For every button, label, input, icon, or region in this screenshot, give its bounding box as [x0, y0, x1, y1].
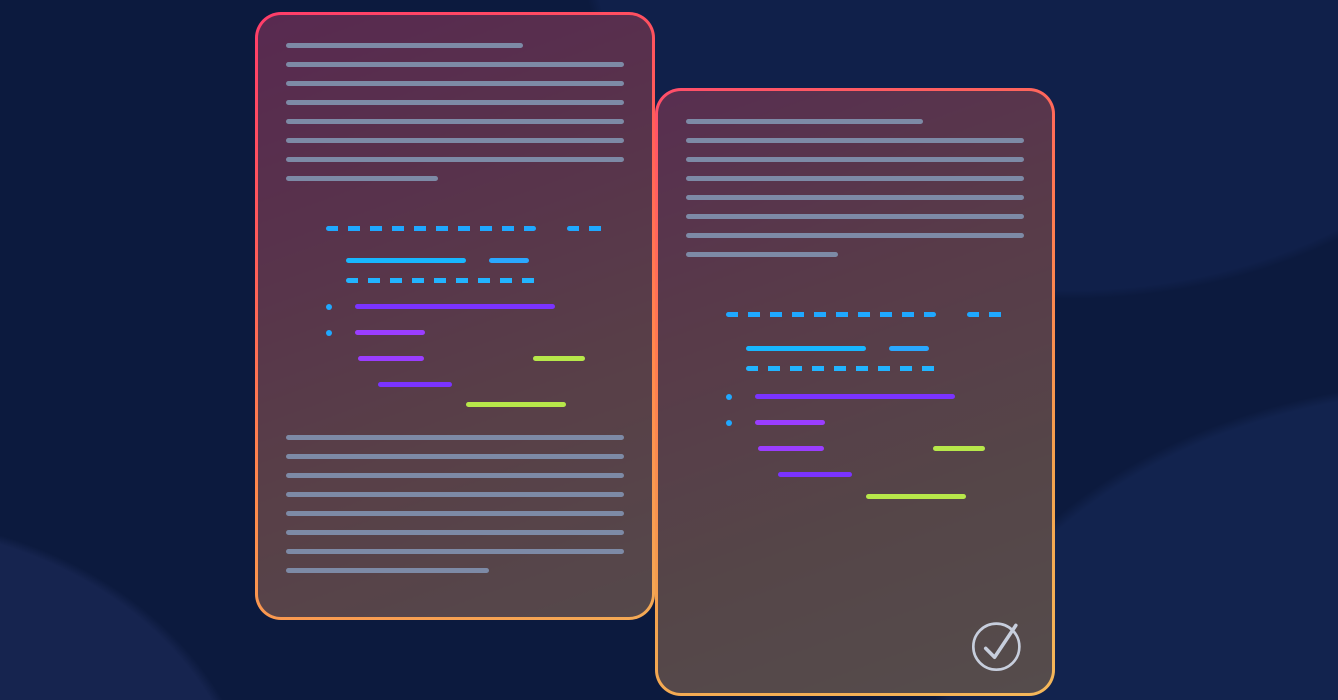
code-line [358, 350, 585, 368]
prose-line [686, 214, 1024, 219]
code-line [746, 340, 929, 358]
code-line [726, 306, 1003, 324]
code-line [758, 440, 985, 458]
prose-line [286, 473, 624, 478]
prose-line [686, 252, 838, 257]
prose-line [286, 511, 624, 516]
prose-line [286, 454, 624, 459]
prose-line [286, 568, 489, 573]
code-line [326, 298, 555, 316]
prose-line [686, 176, 1024, 181]
verified-check-icon [968, 613, 1030, 675]
document-card-verified [655, 88, 1055, 696]
code-line [346, 252, 529, 270]
code-line [378, 376, 452, 394]
prose-line [686, 138, 1024, 143]
prose-line [286, 138, 624, 143]
prose-line [686, 233, 1024, 238]
prose-line [286, 549, 624, 554]
prose-lines-top [686, 119, 1024, 257]
prose-lines-bottom [286, 435, 624, 573]
prose-line [286, 176, 438, 181]
document-card-verified-inner [658, 91, 1052, 693]
document-card-original [255, 12, 655, 620]
prose-line [686, 195, 1024, 200]
code-line [746, 360, 936, 378]
prose-line [286, 43, 523, 48]
illustration-stage [0, 0, 1338, 700]
prose-line [286, 62, 624, 67]
prose-line [286, 100, 624, 105]
code-line [346, 272, 536, 290]
prose-lines-top [286, 43, 624, 181]
document-card-original-inner [258, 15, 652, 617]
prose-line [286, 530, 624, 535]
code-line [726, 388, 955, 406]
code-line [466, 396, 566, 414]
code-block [686, 306, 1024, 526]
prose-line [286, 81, 624, 86]
code-line [726, 414, 825, 432]
code-line [778, 466, 852, 484]
prose-line [686, 157, 1024, 162]
prose-line [286, 157, 624, 162]
code-line [866, 488, 966, 506]
prose-line [286, 492, 624, 497]
prose-line [286, 435, 624, 440]
prose-line [686, 119, 923, 124]
code-line [326, 324, 425, 342]
code-line [326, 220, 603, 238]
code-block [286, 220, 624, 420]
prose-line [286, 119, 624, 124]
